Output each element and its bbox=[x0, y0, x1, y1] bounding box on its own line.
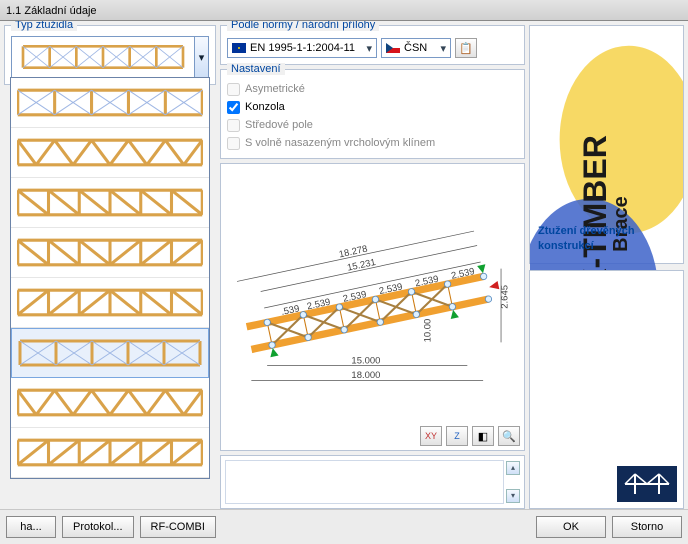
truss-option[interactable] bbox=[11, 428, 209, 478]
ok-button[interactable]: OK bbox=[536, 516, 606, 538]
check-asymetricke: Asymetrické bbox=[227, 80, 518, 98]
annex-value: ČSN bbox=[404, 42, 427, 54]
standard-value: EN 1995-1-1:2004-11 bbox=[250, 42, 355, 54]
check-stredove-pole: Středové pole bbox=[227, 116, 518, 134]
norm-settings-button[interactable]: 📋 bbox=[455, 38, 477, 58]
svg-text:10.00: 10.00 bbox=[422, 319, 433, 343]
eu-flag-icon bbox=[232, 43, 246, 53]
norm-row: EN 1995-1-1:2004-11 ▾ ČSN ▾ 📋 bbox=[227, 38, 518, 58]
norm-group: Podle normy / národní přílohy EN 1995-1-… bbox=[220, 25, 525, 65]
brand-panel: RX-TIMBER Brace Ztužení dřevěných konstr… bbox=[529, 25, 684, 264]
truss-selected-thumb bbox=[12, 39, 194, 75]
settings-group-label: Nastavení bbox=[227, 63, 285, 75]
z-icon: Z bbox=[454, 431, 460, 441]
comment-textarea[interactable] bbox=[225, 460, 504, 504]
check-label: Konzola bbox=[245, 101, 285, 113]
comment-panel: ▴ ▾ bbox=[220, 455, 525, 509]
diagram-view[interactable]: .539 2.539 2.539 2.539 2.539 2.539 15.23… bbox=[225, 168, 520, 422]
dialog-window: 1.1 Základní údaje Typ ztužidla bbox=[0, 0, 688, 544]
truss-option[interactable] bbox=[11, 128, 209, 178]
view-iso-button[interactable]: ◧ bbox=[472, 426, 494, 446]
ha-button[interactable]: ha... bbox=[6, 516, 56, 538]
checkbox[interactable] bbox=[227, 101, 240, 114]
diagram-panel: .539 2.539 2.539 2.539 2.539 2.539 15.23… bbox=[220, 163, 525, 451]
cz-flag-icon bbox=[386, 43, 400, 53]
left-column: Typ ztužidla bbox=[4, 25, 216, 509]
xy-icon: XY bbox=[425, 431, 437, 441]
svg-text:15.231: 15.231 bbox=[346, 257, 377, 274]
truss-option[interactable] bbox=[11, 278, 209, 328]
truss-type-list bbox=[10, 77, 210, 479]
main-area: Typ ztužidla bbox=[0, 21, 688, 509]
iso-icon: ◧ bbox=[478, 430, 488, 443]
chevron-down-icon: ▾ bbox=[440, 42, 446, 55]
truss-option[interactable] bbox=[11, 378, 209, 428]
checkbox bbox=[227, 119, 240, 132]
truss-option[interactable] bbox=[11, 228, 209, 278]
truss-option[interactable] bbox=[11, 328, 209, 378]
storno-button[interactable]: Storno bbox=[612, 516, 682, 538]
svg-text:2.645: 2.645 bbox=[499, 285, 510, 309]
svg-text:15.000: 15.000 bbox=[351, 355, 380, 366]
standard-select[interactable]: EN 1995-1-1:2004-11 ▾ bbox=[227, 38, 377, 58]
check-label: Asymetrické bbox=[245, 83, 305, 95]
svg-text:18.278: 18.278 bbox=[338, 244, 369, 261]
zoom-icon: 🔍 bbox=[502, 430, 516, 443]
clipboard-icon: 📋 bbox=[459, 42, 473, 55]
chevron-down-icon: ▾ bbox=[366, 42, 372, 55]
right-column: RX-TIMBER Brace Ztužení dřevěných konstr… bbox=[529, 25, 684, 509]
view-xy-button[interactable]: XY bbox=[420, 426, 442, 446]
protokol-button[interactable]: Protokol... bbox=[62, 516, 134, 538]
scroll-down-icon[interactable]: ▾ bbox=[506, 489, 520, 503]
dropdown-arrow-icon[interactable]: ▾ bbox=[194, 37, 208, 77]
title-bar: 1.1 Základní údaje bbox=[0, 0, 688, 21]
truss-option[interactable] bbox=[11, 78, 209, 128]
norm-group-label: Podle normy / národní přílohy bbox=[227, 21, 379, 31]
checkbox bbox=[227, 83, 240, 96]
truss-type-group: Typ ztužidla bbox=[4, 25, 216, 85]
window-title: 1.1 Základní údaje bbox=[6, 5, 97, 17]
svg-text:18.000: 18.000 bbox=[351, 370, 380, 381]
view-z-button[interactable]: Z bbox=[446, 426, 468, 446]
middle-column: Podle normy / národní přílohy EN 1995-1-… bbox=[220, 25, 525, 509]
diagram-toolbar: XY Z ◧ 🔍 bbox=[225, 426, 520, 446]
rf-combi-button[interactable]: RF-COMBI bbox=[140, 516, 216, 538]
zoom-button[interactable]: 🔍 bbox=[498, 426, 520, 446]
truss-option[interactable] bbox=[11, 178, 209, 228]
check-konzola[interactable]: Konzola bbox=[227, 98, 518, 116]
scrollbar[interactable]: ▴ ▾ bbox=[504, 460, 520, 504]
footer: ha... Protokol... RF-COMBI OK Storno bbox=[0, 509, 688, 544]
settings-group: Nastavení Asymetrické Konzola Středové p… bbox=[220, 69, 525, 159]
annex-select[interactable]: ČSN ▾ bbox=[381, 38, 451, 58]
truss-type-label: Typ ztužidla bbox=[11, 21, 77, 31]
check-label: Středové pole bbox=[245, 119, 313, 131]
scroll-up-icon[interactable]: ▴ bbox=[506, 461, 520, 475]
truss-type-dropdown[interactable]: ▾ bbox=[11, 36, 209, 78]
check-label: S volně nasazeným vrcholovým klínem bbox=[245, 137, 435, 149]
brand-caption: Ztužení dřevěných konstrukcí bbox=[534, 222, 687, 259]
bridge-icon bbox=[617, 466, 677, 502]
check-vrcholovy-klin: S volně nasazeným vrcholovým klínem bbox=[227, 134, 518, 152]
brand-icon-panel bbox=[529, 270, 684, 509]
checkbox bbox=[227, 137, 240, 150]
